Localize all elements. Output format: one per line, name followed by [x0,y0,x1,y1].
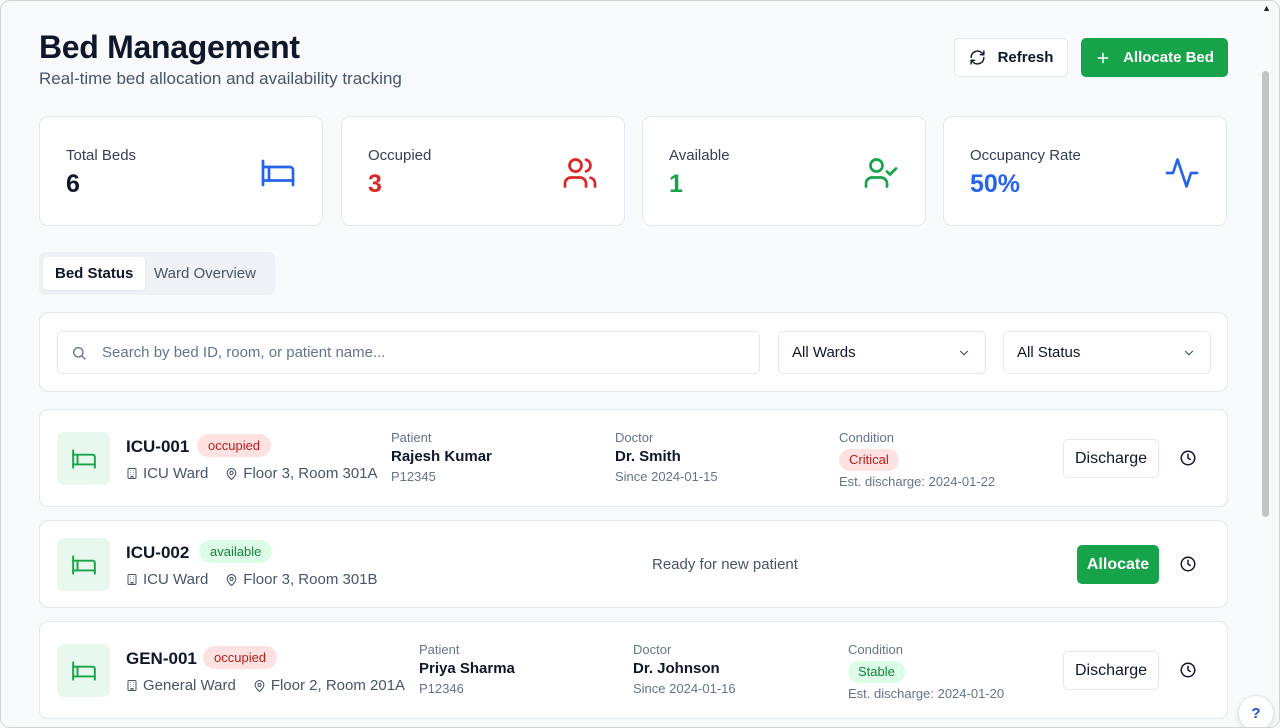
status-badge: available [199,540,273,563]
doctor-label: Doctor [615,430,654,445]
stat-card-available: Available 1 [642,116,926,226]
admitted-since: Since 2024-01-15 [615,469,718,484]
doctor-name: Dr. Johnson [633,660,720,677]
bed-location: General Ward Floor 2, Room 201A [126,677,405,694]
patient-name: Rajesh Kumar [391,448,492,465]
ward-select-value: All Wards [792,344,856,361]
clock-icon[interactable] [1179,449,1197,467]
tab-list: Bed Status Ward Overview [39,252,275,295]
map-pin-icon [226,573,237,586]
admitted-since: Since 2024-01-16 [633,681,736,696]
refresh-button[interactable]: Refresh [954,38,1068,77]
condition-label: Condition [839,430,894,445]
refresh-icon [969,50,985,65]
stat-label: Total Beds [66,147,137,164]
doctor-name: Dr. Smith [615,448,681,465]
discharge-button[interactable]: Discharge [1063,651,1159,690]
condition-badge: Stable [848,661,905,683]
bed-id: ICU-002 [126,543,190,562]
est-discharge: Est. discharge: 2024-01-20 [848,686,1005,701]
stat-card-occupancy-rate: Occupancy Rate 50% [943,116,1227,226]
patient-id: P12346 [419,681,464,696]
bed-card: GEN-001 occupied General Ward Floor 2, R… [39,621,1228,719]
patient-id: P12345 [391,469,436,484]
chevron-down-icon [1184,350,1194,356]
ward-name: ICU Ward [143,571,209,588]
bed-id: GEN-001 [126,649,197,668]
ward-name: General Ward [143,677,236,694]
bed-id: ICU-001 [126,437,190,456]
search-input[interactable] [102,332,752,373]
room-location: Floor 2, Room 201A [270,677,406,694]
allocate-bed-label: Allocate Bed [1123,49,1214,66]
bed-icon-box [57,432,110,485]
plus-icon [1097,52,1109,63]
bed-card: ICU-002 available ICU Ward Floor 3, Room… [39,520,1228,608]
bed-card: ICU-001 occupied ICU Ward Floor 3, Room … [39,409,1228,507]
stat-value: 3 [368,170,382,198]
filter-panel: All Wards All Status [39,312,1228,392]
bed-icon-box [57,538,110,591]
stat-label: Available [669,147,730,164]
bed-icon [261,159,295,187]
room-location: Floor 3, Room 301B [243,571,378,588]
building-icon [127,574,137,585]
ward-name: ICU Ward [143,465,209,482]
est-discharge: Est. discharge: 2024-01-22 [839,474,996,489]
building-icon [127,680,137,691]
refresh-label: Refresh [997,49,1054,66]
scrollbar[interactable]: ▲ [1262,1,1276,727]
patient-label: Patient [391,430,432,445]
condition-label: Condition [848,642,903,657]
room-location: Floor 3, Room 301A [243,465,378,482]
tab-ward-overview[interactable]: Ward Overview [142,257,268,290]
scroll-up-arrow-icon[interactable]: ▲ [1262,3,1271,13]
patient-name: Priya Sharma [419,660,515,677]
search-box [57,331,760,374]
page-title: Bed Management [39,29,300,65]
page-header: Bed Management Real-time bed allocation … [39,29,402,89]
ready-text: Ready for new patient [652,556,798,573]
status-select-value: All Status [1017,344,1081,361]
bed-location: ICU Ward Floor 3, Room 301B [126,571,378,588]
page-subtitle: Real-time bed allocation and availabilit… [39,69,402,88]
scrollbar-thumb[interactable] [1262,71,1269,517]
doctor-label: Doctor [633,642,672,657]
stat-label: Occupancy Rate [970,147,1081,164]
bed-icon [71,660,96,681]
stat-label: Occupied [368,147,432,164]
stat-card-occupied: Occupied 3 [341,116,625,226]
clock-icon[interactable] [1179,555,1197,573]
chevron-down-icon [959,350,969,356]
allocate-bed-button[interactable]: Allocate Bed [1081,38,1228,77]
condition-badge: Critical [839,449,899,471]
patient-label: Patient [419,642,460,657]
users-icon [563,158,597,188]
stat-value: 6 [66,170,80,198]
clock-icon[interactable] [1179,661,1197,679]
user-check-icon [864,158,898,188]
status-select[interactable]: All Status [1003,331,1211,374]
map-pin-icon [226,467,237,480]
bed-icon-box [57,644,110,697]
tab-bed-status[interactable]: Bed Status [43,257,146,290]
stat-value: 50% [970,170,1021,198]
app-window: Bed Management Real-time bed allocation … [0,0,1280,728]
status-badge: occupied [203,646,278,669]
bed-icon [71,448,96,469]
stat-card-total-beds: Total Beds 6 [39,116,323,226]
help-button[interactable]: ? [1238,695,1274,727]
bed-location: ICU Ward Floor 3, Room 301A [126,465,378,482]
building-icon [127,468,137,479]
map-pin-icon [254,679,265,692]
status-badge: occupied [197,434,272,457]
search-icon [73,347,86,360]
discharge-button[interactable]: Discharge [1063,439,1159,478]
bed-icon [71,554,96,575]
activity-icon [1165,158,1199,188]
stat-value: 1 [669,170,683,198]
ward-select[interactable]: All Wards [778,331,986,374]
allocate-button[interactable]: Allocate [1077,545,1159,584]
